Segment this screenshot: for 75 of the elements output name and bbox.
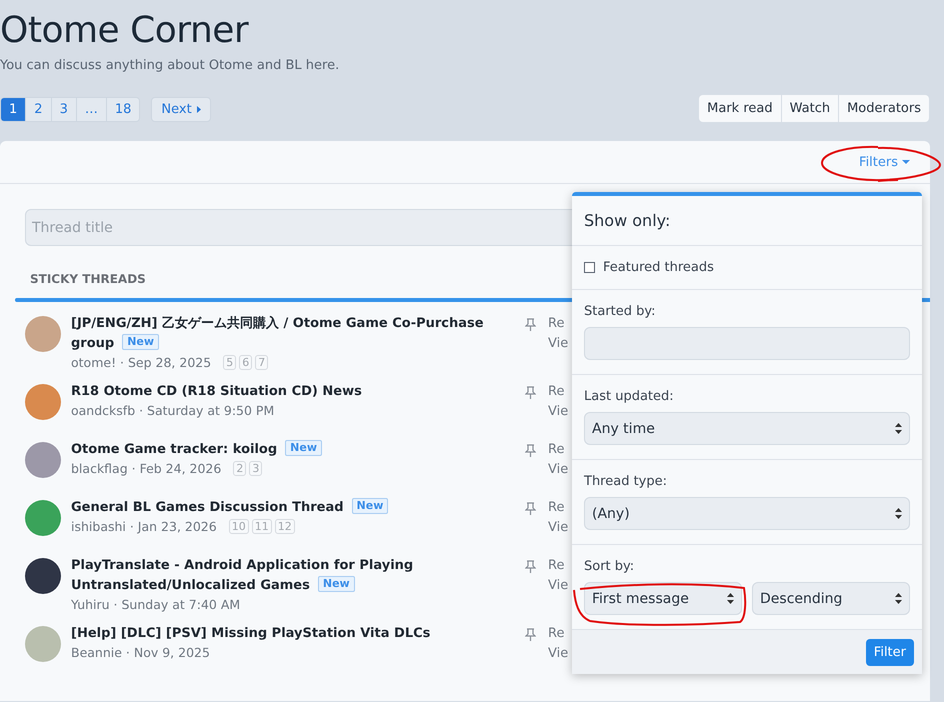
caret-icon bbox=[196, 106, 201, 113]
page-link[interactable]: 6 bbox=[239, 355, 252, 370]
page-link[interactable]: 5 bbox=[223, 355, 236, 370]
thread-type-select[interactable]: (Any) bbox=[584, 497, 910, 530]
sort-order-select[interactable]: Descending bbox=[752, 582, 910, 615]
filters-link[interactable]: Filters bbox=[859, 154, 910, 170]
thread-meta: otome! · Sep 28, 2025 bbox=[71, 355, 212, 370]
forum-description: You can discuss anything about Otome and BL here. bbox=[0, 58, 340, 73]
stat-label: Vie bbox=[548, 645, 568, 663]
field-label: Started by: bbox=[584, 304, 657, 319]
thread-title[interactable]: General BL Games Discussion Thread New bbox=[71, 498, 506, 518]
page-link[interactable]: 10 bbox=[228, 519, 249, 534]
select-arrows-icon bbox=[727, 593, 734, 604]
new-tag: New bbox=[285, 440, 322, 456]
action-button[interactable]: Moderators bbox=[839, 95, 929, 122]
thread-title[interactable]: [JP/ENG/ZH] 乙女ゲーム共同購入 / Otome Game Co-Purchase group New bbox=[71, 314, 506, 354]
stat-label: Vie bbox=[548, 461, 568, 479]
thread-meta: blackflag · Feb 24, 2026 bbox=[71, 461, 222, 476]
thread-meta: Yuhiru · Sunday at 7:40 AM bbox=[71, 597, 240, 612]
caret-icon bbox=[902, 160, 910, 164]
pin-icon bbox=[525, 318, 536, 331]
field-label: Thread type: bbox=[584, 474, 668, 489]
new-tag: New bbox=[352, 498, 388, 514]
stat-label: Re bbox=[548, 441, 566, 459]
thread-title[interactable]: PlayTranslate - Android Application for Playing Untranslated/Unlocalized Games New bbox=[71, 556, 506, 596]
page-link[interactable]: 12 bbox=[274, 519, 295, 534]
thread-meta: oandcksfb · Saturday at 9:50 PM bbox=[71, 403, 274, 418]
stat-label: Re bbox=[548, 499, 566, 517]
thread-meta: Beannie · Nov 9, 2025 bbox=[71, 645, 210, 660]
thread-title[interactable]: R18 Otome CD (R18 Situation CD) News bbox=[71, 382, 506, 402]
new-tag: New bbox=[122, 334, 160, 350]
pin-icon bbox=[525, 502, 536, 515]
thread-title[interactable]: [Help] [DLC] [PSV] Missing PlayStation Vita DLCs bbox=[71, 624, 506, 644]
thread-meta: ishibashi · Jan 23, 2026 bbox=[71, 519, 217, 534]
section-heading: STICKY THREADS bbox=[30, 272, 147, 286]
stat-label: Re bbox=[548, 625, 566, 643]
started-by-field[interactable] bbox=[584, 327, 910, 360]
stat-label: Re bbox=[548, 557, 566, 575]
pin-icon bbox=[525, 628, 536, 641]
filter-button[interactable]: Filter bbox=[866, 639, 914, 666]
page-link[interactable]: 3 bbox=[52, 98, 77, 121]
action-button[interactable]: Watch bbox=[782, 95, 840, 122]
page-link[interactable]: 3 bbox=[249, 461, 262, 476]
select-arrows-icon bbox=[895, 508, 902, 519]
last-updated-select[interactable]: Any time bbox=[584, 412, 910, 445]
field-label: Last updated: bbox=[584, 389, 675, 404]
checkbox-icon[interactable] bbox=[584, 262, 595, 273]
page-link[interactable]: 7 bbox=[255, 355, 268, 370]
stat-label: Re bbox=[548, 315, 566, 333]
pin-icon bbox=[525, 560, 536, 573]
field-label: Sort by: bbox=[584, 559, 636, 574]
page-link[interactable]: 2 bbox=[26, 98, 52, 121]
action-button[interactable]: Mark read bbox=[699, 95, 782, 122]
page-link[interactable]: … bbox=[76, 98, 107, 121]
pin-icon bbox=[525, 444, 536, 457]
stat-label: Vie bbox=[548, 335, 568, 353]
page-link[interactable]: 11 bbox=[252, 519, 272, 534]
thread-title[interactable]: Otome Game tracker: koilog New bbox=[71, 440, 506, 460]
stat-label: Vie bbox=[548, 403, 568, 421]
menu-heading: Show only: bbox=[572, 196, 922, 246]
avatar[interactable] bbox=[25, 558, 61, 594]
pin-icon bbox=[525, 386, 536, 399]
featured-checkbox[interactable]: Featured threads bbox=[584, 260, 910, 275]
page-link[interactable]: 2 bbox=[233, 461, 246, 476]
page-link[interactable]: 1 bbox=[1, 98, 26, 121]
select-arrows-icon bbox=[895, 423, 902, 434]
sort-field-select[interactable]: First message bbox=[584, 582, 742, 615]
select-arrows-icon bbox=[895, 593, 902, 604]
page-link[interactable]: 18 bbox=[106, 98, 140, 121]
next-button[interactable]: Next bbox=[151, 97, 211, 122]
forum-title: Otome Corner bbox=[0, 9, 250, 52]
stat-label: Re bbox=[548, 383, 566, 401]
new-tag: New bbox=[318, 576, 355, 592]
stat-label: Vie bbox=[548, 519, 568, 537]
stat-label: Vie bbox=[548, 577, 568, 595]
